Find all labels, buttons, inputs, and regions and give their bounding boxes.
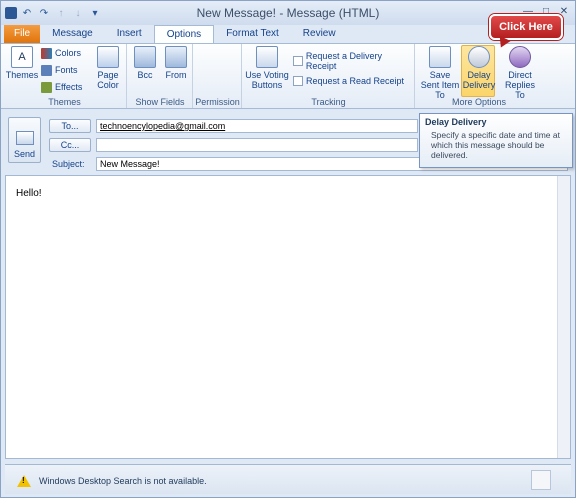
- send-button[interactable]: Send: [8, 117, 41, 163]
- to-button[interactable]: To...: [49, 119, 91, 133]
- show-fields-group: Bcc From Show Fields: [128, 44, 193, 108]
- bcc-label: Bcc: [137, 70, 153, 80]
- effects-icon: [41, 81, 52, 93]
- colors-button[interactable]: Colors: [41, 46, 81, 60]
- tooltip-text: Specify a specific date and time at whic…: [431, 130, 560, 160]
- direct-replies-label: Direct Replies To: [504, 70, 535, 100]
- from-label: From: [165, 70, 187, 80]
- status-bar: ! Windows Desktop Search is not availabl…: [5, 464, 571, 494]
- page-color-label: Page Color: [97, 70, 119, 90]
- more-options-group: Save Sent Item To Delay Delivery Direct …: [416, 44, 542, 108]
- themes-group: A Themes Colors Fonts Effects Page Color…: [3, 44, 127, 108]
- from-icon: [165, 46, 187, 68]
- themes-button-label: Themes: [5, 70, 39, 80]
- person-icon: [509, 46, 531, 68]
- delivery-receipt-checkbox[interactable]: Request a Delivery Receipt: [293, 51, 414, 71]
- page-color-icon: [97, 46, 119, 68]
- save-sent-icon: [429, 46, 451, 68]
- fonts-button[interactable]: Fonts: [41, 63, 78, 77]
- tab-file[interactable]: File: [4, 25, 41, 44]
- permission-group: Permission: [194, 44, 242, 108]
- tracking-group: Use Voting Buttons Request a Delivery Re…: [243, 44, 415, 108]
- save-sent-item-button[interactable]: Save Sent Item To: [420, 46, 460, 100]
- tab-message[interactable]: Message: [40, 25, 105, 44]
- send-icon: [15, 131, 34, 145]
- delivery-receipt-label: Request a Delivery Receipt: [305, 51, 382, 71]
- bcc-button[interactable]: Bcc: [134, 46, 156, 80]
- tooltip-title: Delay Delivery: [425, 117, 487, 127]
- tab-format-text[interactable]: Format Text: [214, 25, 291, 44]
- page-color-button[interactable]: Page Color: [93, 46, 123, 90]
- tracking-group-label: Tracking: [311, 97, 346, 107]
- tab-options[interactable]: Options: [153, 25, 215, 44]
- clock-icon: [468, 46, 490, 68]
- message-body[interactable]: Hello!: [5, 175, 571, 459]
- cc-field[interactable]: [96, 138, 418, 152]
- delay-delivery-button[interactable]: Delay Delivery: [462, 46, 496, 90]
- voting-icon: [256, 46, 278, 68]
- effects-button[interactable]: Effects: [41, 80, 82, 94]
- colors-icon: [41, 47, 52, 59]
- bcc-icon: [134, 46, 156, 68]
- tab-review[interactable]: Review: [291, 25, 348, 44]
- outlook-message-window: ↶ ↷ ↑ ↓ ▾ New Message! - Message (HTML) …: [0, 0, 576, 498]
- delivery-receipt-check[interactable]: [293, 56, 303, 66]
- themes-button[interactable]: A Themes: [5, 46, 39, 80]
- delay-delivery-tooltip: Delay Delivery Specify a specific date a…: [419, 113, 573, 168]
- save-sent-label: Save Sent Item To: [420, 70, 460, 100]
- people-pane-icon[interactable]: [531, 470, 551, 490]
- read-receipt-label: Request a Read Receipt: [306, 76, 405, 86]
- direct-replies-button[interactable]: Direct Replies To: [500, 46, 540, 100]
- body-text: Hello!: [16, 188, 42, 199]
- read-receipt-checkbox[interactable]: Request a Read Receipt: [293, 74, 404, 88]
- to-field[interactable]: technoencylopedia@gmail.com: [96, 119, 418, 133]
- fonts-icon: [41, 64, 52, 76]
- subject-label: Subject:: [52, 159, 85, 169]
- cc-button[interactable]: Cc...: [49, 138, 91, 152]
- show-fields-group-label: Show Fields: [135, 97, 185, 107]
- from-button[interactable]: From: [164, 46, 188, 80]
- themes-group-label: Themes: [48, 97, 81, 107]
- delay-delivery-label: Delay Delivery: [462, 70, 496, 90]
- use-voting-buttons-button[interactable]: Use Voting Buttons: [245, 46, 289, 90]
- send-label: Send: [13, 149, 36, 159]
- effects-label: Effects: [55, 82, 83, 92]
- permission-group-label: Permission: [195, 97, 240, 107]
- ribbon-options: A Themes Colors Fonts Effects Page Color…: [1, 43, 575, 109]
- colors-label: Colors: [55, 48, 82, 58]
- tab-insert[interactable]: Insert: [105, 25, 154, 44]
- themes-icon: A: [11, 46, 33, 68]
- status-text: Windows Desktop Search is not available.: [39, 476, 207, 486]
- fonts-label: Fonts: [55, 65, 78, 75]
- warning-mark: !: [22, 476, 25, 485]
- more-options-group-label: More Options: [451, 97, 507, 107]
- voting-label: Use Voting Buttons: [245, 70, 289, 90]
- body-scrollbar[interactable]: [557, 176, 570, 458]
- read-receipt-check[interactable]: [293, 76, 303, 86]
